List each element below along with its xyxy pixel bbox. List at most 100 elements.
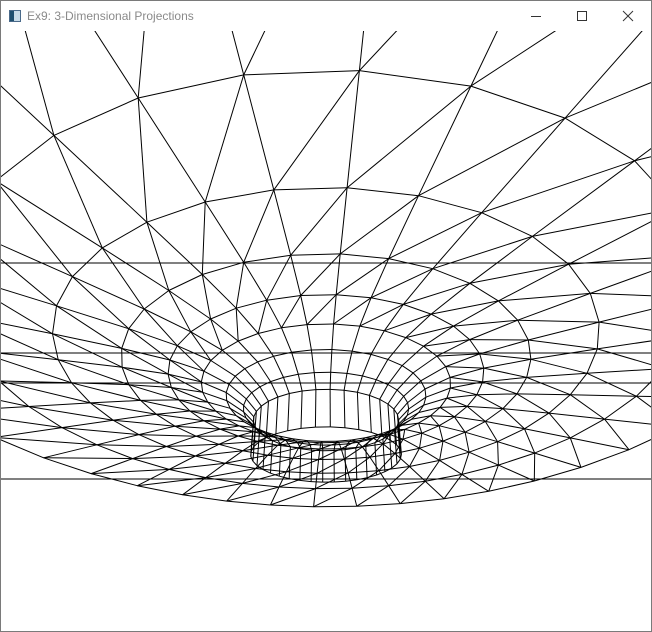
wireframe-radial-edge bbox=[204, 201, 245, 263]
wireframe-ring-edge bbox=[517, 319, 529, 341]
wireframe-diagonal-edge bbox=[90, 402, 157, 415]
wireframe-diagonal-edge bbox=[72, 276, 130, 330]
title-bar[interactable]: Ex9: 3-Dimensional Projections bbox=[1, 1, 651, 31]
wireframe-diagonal-edge bbox=[281, 295, 302, 329]
wireframe-inner-wall-edge bbox=[374, 442, 378, 476]
wireframe-ring-edge bbox=[268, 396, 279, 402]
wireframe-radial-edge bbox=[300, 295, 308, 325]
wireframe-radial-edge bbox=[281, 327, 293, 353]
wireframe-ring-edge bbox=[306, 323, 334, 326]
wireframe-ring-edge bbox=[226, 500, 271, 506]
wireframe-inner-wall-edge bbox=[310, 450, 313, 482]
wireframe-ring-edge bbox=[497, 428, 525, 443]
wireframe-ring-edge bbox=[379, 398, 389, 405]
wireframe-diagonal-edge bbox=[464, 432, 470, 453]
wireframe-diagonal-edge bbox=[1, 437, 97, 446]
wireframe-radial-edge bbox=[306, 324, 312, 351]
wireframe-ring-edge bbox=[53, 97, 139, 136]
wireframe-radial-edge bbox=[497, 441, 535, 454]
wireframe-ring-edge bbox=[407, 402, 410, 410]
wireframe-radial-edge bbox=[56, 305, 129, 330]
wireframe-ring-edge bbox=[481, 212, 533, 237]
wireframe-ring-edge bbox=[400, 498, 445, 505]
wireframe-ring-edge bbox=[430, 313, 454, 327]
wireframe-ring-edge bbox=[218, 443, 243, 452]
wireframe-radial-edge bbox=[476, 393, 518, 396]
wireframe-ring-edge bbox=[243, 398, 247, 406]
wireframe-radial-edge bbox=[388, 485, 401, 504]
wireframe-ring-edge bbox=[182, 494, 227, 502]
wireframe-radial-edge bbox=[169, 359, 205, 372]
wireframe-ring-edge bbox=[298, 372, 315, 375]
minimize-button[interactable] bbox=[513, 1, 559, 31]
wireframe-radial-edge bbox=[358, 31, 365, 71]
wireframe-diagonal-edge bbox=[91, 468, 170, 475]
wireframe-radial-edge bbox=[331, 323, 335, 350]
wireframe-diagonal-edge bbox=[1, 418, 62, 429]
wireframe-radial-edge bbox=[479, 339, 529, 355]
maximize-button[interactable] bbox=[559, 1, 605, 31]
wireframe-radial-edge bbox=[237, 431, 254, 437]
maximize-icon bbox=[577, 11, 587, 21]
wireframe-ring-edge bbox=[306, 440, 322, 442]
wireframe-diagonal-edge bbox=[384, 313, 432, 332]
wireframe-ring-edge bbox=[516, 377, 528, 395]
wireframe-radial-edge bbox=[440, 405, 468, 408]
wireframe-ring-edge bbox=[195, 435, 220, 445]
wireframe-ring-edge bbox=[225, 392, 228, 401]
wireframe-radial-edge bbox=[244, 368, 261, 388]
wireframe-ring-edge bbox=[311, 349, 332, 351]
render-canvas[interactable] bbox=[1, 31, 651, 631]
wireframe-ring-edge bbox=[485, 408, 504, 422]
app-window-icon[interactable] bbox=[9, 10, 21, 22]
wireframe-diagonal-edge bbox=[96, 444, 167, 447]
wireframe-diagonal-edge bbox=[255, 457, 294, 469]
wireframe-diagonal-edge bbox=[243, 189, 275, 263]
wireframe-diagonal-edge bbox=[137, 97, 148, 223]
wireframe-radial-edge bbox=[548, 412, 605, 420]
wireframe-diagonal-edge bbox=[356, 485, 389, 507]
wireframe-radial-edge bbox=[412, 355, 438, 374]
wireframe-inner-ring-edge bbox=[358, 429, 372, 433]
wireframe-radial-edge bbox=[516, 393, 571, 396]
wireframe-ring-edge bbox=[376, 379, 389, 385]
wireframe-ring-edge bbox=[344, 389, 358, 393]
wireframe-radial-edge bbox=[1, 427, 62, 438]
wireframe-ring-edge bbox=[258, 327, 282, 334]
wireframe-diagonal-edge bbox=[439, 441, 444, 461]
wireframe-ring-edge bbox=[138, 74, 244, 99]
wireframe-diagonal-edge bbox=[586, 372, 637, 397]
wireframe-radial-edge bbox=[266, 299, 282, 329]
wireframe-diagonal-edge bbox=[403, 282, 471, 305]
wireframe-radial-edge bbox=[530, 348, 598, 360]
wireframe-radial-edge bbox=[404, 428, 422, 434]
window-title: Ex9: 3-Dimensional Projections bbox=[27, 9, 194, 23]
wireframe-ring-edge bbox=[266, 295, 301, 301]
wireframe-ring-edge bbox=[387, 358, 403, 367]
wireframe-radial-edge bbox=[343, 373, 348, 391]
wireframe-ring-edge bbox=[132, 458, 170, 470]
wireframe-radial-edge bbox=[1, 406, 29, 409]
wireframe-radial-edge bbox=[423, 397, 448, 406]
wireframe-diagonal-edge bbox=[370, 268, 434, 299]
wireframe-ring-edge bbox=[362, 375, 377, 381]
wireframe-ring-edge bbox=[210, 307, 237, 320]
wireframe-ring-edge bbox=[300, 448, 312, 451]
wireframe-radial-edge bbox=[402, 438, 420, 449]
wireframe-radial-edge bbox=[333, 294, 337, 325]
wireframe-radial-edge bbox=[273, 189, 292, 256]
wireframe-radial-edge bbox=[339, 187, 348, 254]
wireframe-ring-edge bbox=[137, 485, 183, 496]
wireframe-ring-edge bbox=[402, 432, 422, 440]
wireframe-radial-edge bbox=[421, 432, 444, 442]
wireframe-diagonal-edge bbox=[439, 406, 455, 418]
wireframe-ring-edge bbox=[419, 440, 444, 449]
wireframe-radial-edge bbox=[369, 456, 380, 471]
wireframe-radial-edge bbox=[396, 372, 414, 391]
wireframe-radial-edge bbox=[285, 438, 293, 441]
wireframe-radial-edge bbox=[94, 31, 139, 99]
wireframe-radial-edge bbox=[203, 418, 227, 422]
wireframe-inner-ring-edge bbox=[330, 426, 345, 429]
wireframe-radial-edge bbox=[315, 473, 318, 489]
close-button[interactable] bbox=[605, 1, 651, 31]
